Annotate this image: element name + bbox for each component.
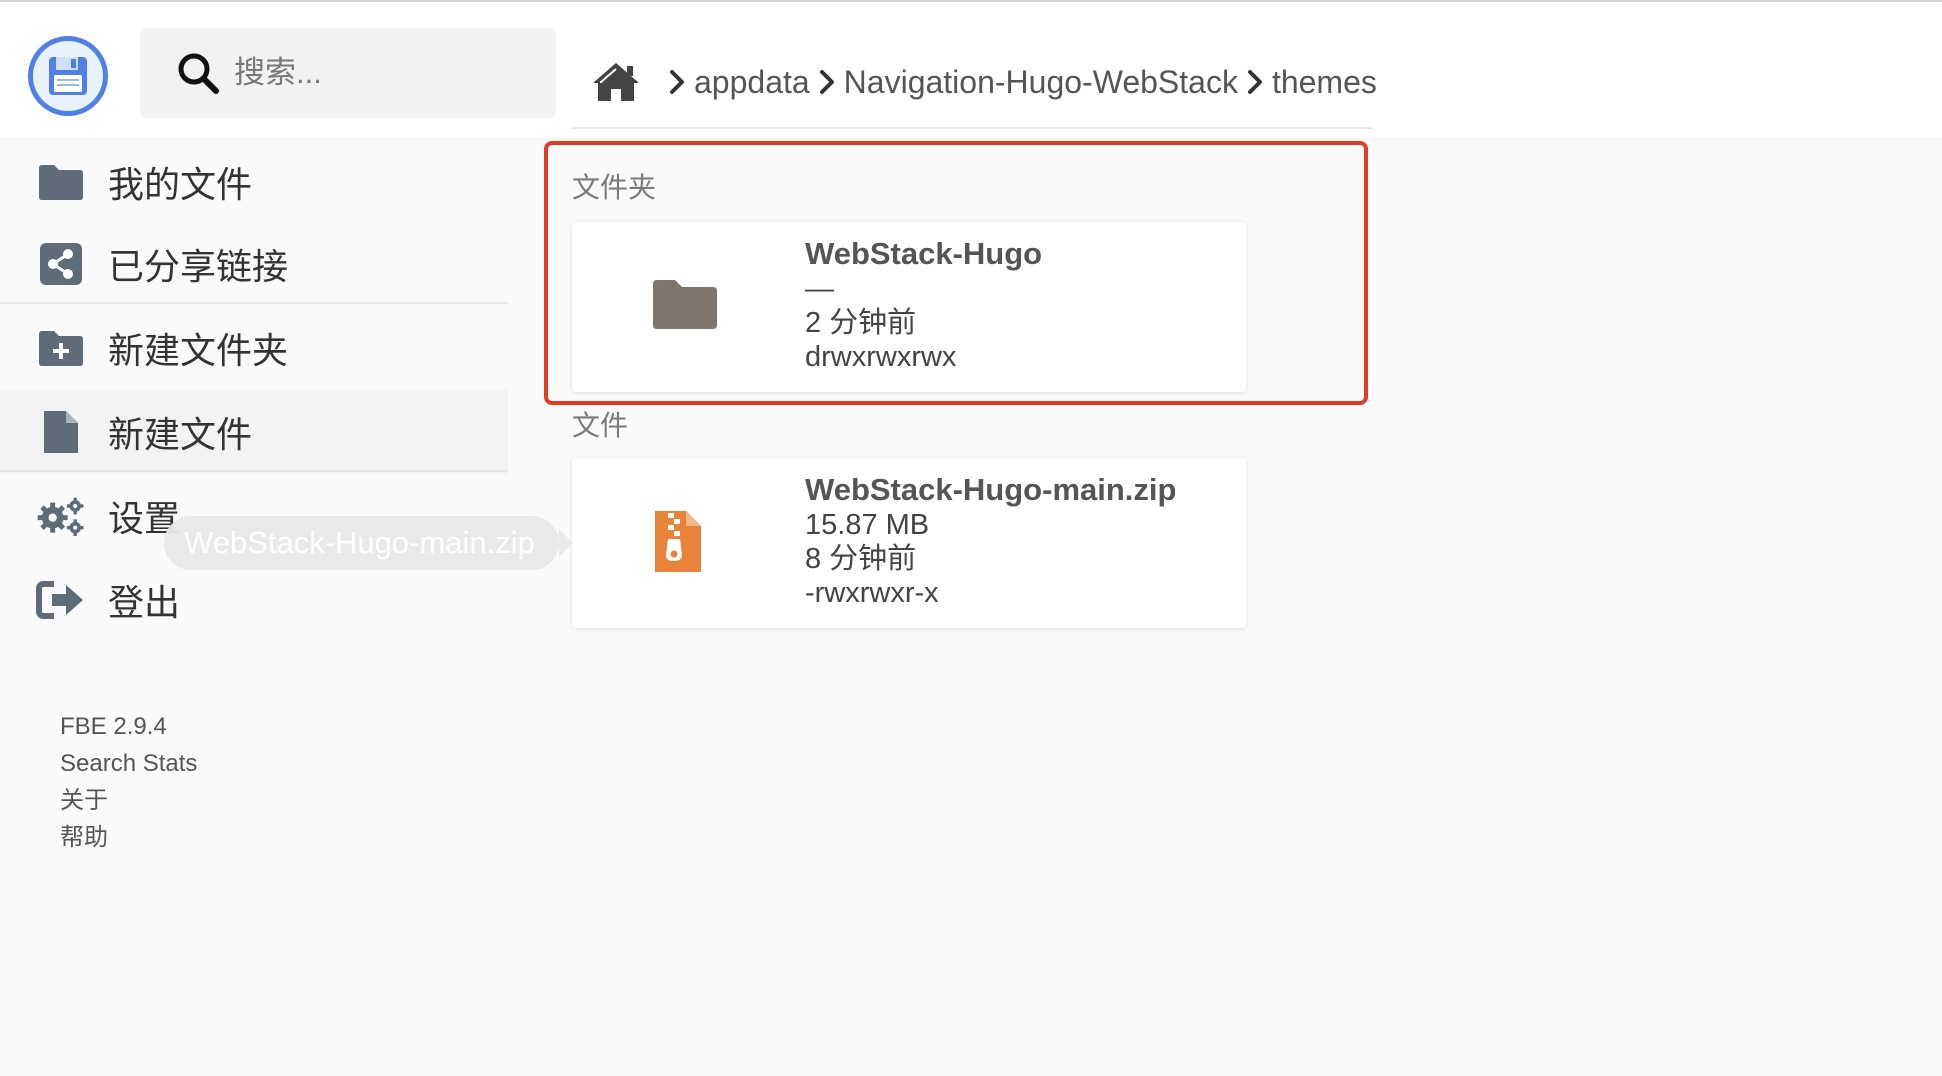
sidebar-item-label: 已分享链接 bbox=[108, 246, 289, 287]
sidebar-item-logout[interactable]: 登出 bbox=[0, 558, 508, 642]
item-permissions: drwxrwxrwx bbox=[805, 341, 957, 373]
breadcrumb-themes[interactable]: themes bbox=[1272, 64, 1377, 101]
drag-preview-tooltip: WebStack-Hugo-main.zip bbox=[164, 516, 573, 570]
chevron-right-icon bbox=[819, 70, 834, 94]
help-link[interactable]: 帮助 bbox=[60, 819, 197, 856]
home-icon[interactable] bbox=[590, 60, 642, 104]
app-logo[interactable] bbox=[28, 36, 108, 116]
sidebar-item-my-files[interactable]: 我的文件 bbox=[0, 140, 508, 224]
sidebar-item-label: 登出 bbox=[108, 582, 181, 623]
folder-icon bbox=[653, 280, 717, 329]
breadcrumb-appdata[interactable]: appdata bbox=[694, 64, 810, 101]
folder-item-details: WebStack-Hugo — 2 分钟前 drwxrwxrwx bbox=[805, 236, 1042, 374]
breadcrumb-divider bbox=[572, 127, 1372, 129]
file-item-details: WebStack-Hugo-main.zip 15.87 MB 8 分钟前 -r… bbox=[805, 472, 1176, 610]
sidebar-item-new-file[interactable]: 新建文件 bbox=[0, 390, 508, 474]
zip-file-icon bbox=[655, 511, 701, 572]
floppy-disk-icon bbox=[49, 57, 87, 95]
search-box[interactable] bbox=[140, 28, 556, 118]
sidebar-item-shared-links[interactable]: 已分享链接 bbox=[0, 222, 508, 306]
folders-section-title: 文件夹 bbox=[572, 172, 657, 203]
sidebar-item-label: 新建文件夹 bbox=[108, 330, 289, 371]
chevron-right-icon bbox=[670, 70, 684, 94]
sidebar-item-label: 我的文件 bbox=[108, 164, 253, 205]
sidebar-item-new-folder[interactable]: 新建文件夹 bbox=[0, 306, 508, 390]
search-icon bbox=[178, 53, 219, 94]
chevron-right-icon bbox=[1247, 70, 1262, 94]
about-link[interactable]: 关于 bbox=[60, 782, 197, 819]
search-input[interactable] bbox=[232, 54, 532, 92]
file-icon bbox=[36, 407, 86, 457]
breadcrumb-navigation-hugo-webstack[interactable]: Navigation-Hugo-WebStack bbox=[844, 64, 1238, 101]
item-size: 15.87 MB bbox=[805, 509, 930, 541]
folder-icon bbox=[36, 157, 86, 207]
sidebar-divider bbox=[0, 470, 508, 472]
sidebar-footer: FBE 2.9.4 Search Stats 关于 帮助 bbox=[60, 708, 197, 856]
share-icon bbox=[36, 239, 86, 289]
file-item-webstack-hugo-main-zip[interactable]: WebStack-Hugo-main.zip 15.87 MB 8 分钟前 -r… bbox=[572, 458, 1246, 628]
item-permissions: -rwxrwxr-x bbox=[805, 577, 939, 609]
item-name: WebStack-Hugo-main.zip bbox=[805, 472, 1177, 507]
sign-out-icon bbox=[36, 575, 86, 625]
folder-plus-icon bbox=[36, 323, 86, 373]
breadcrumb: appdata Navigation-Hugo-WebStack themes bbox=[590, 54, 1377, 110]
sidebar-divider bbox=[0, 302, 508, 304]
item-modified: 2 分钟前 bbox=[805, 307, 917, 339]
item-size: — bbox=[805, 273, 834, 305]
header: appdata Navigation-Hugo-WebStack themes bbox=[0, 0, 1942, 138]
item-name: WebStack-Hugo bbox=[805, 236, 1043, 271]
sidebar-item-label: 新建文件 bbox=[108, 414, 253, 455]
item-modified: 8 分钟前 bbox=[805, 543, 917, 575]
version-label: FBE 2.9.4 bbox=[60, 713, 167, 740]
folder-item-webstack-hugo[interactable]: WebStack-Hugo — 2 分钟前 drwxrwxrwx bbox=[572, 222, 1246, 392]
gears-icon bbox=[36, 491, 86, 541]
search-stats-link[interactable]: Search Stats bbox=[60, 745, 197, 782]
files-section-title: 文件 bbox=[572, 410, 629, 441]
